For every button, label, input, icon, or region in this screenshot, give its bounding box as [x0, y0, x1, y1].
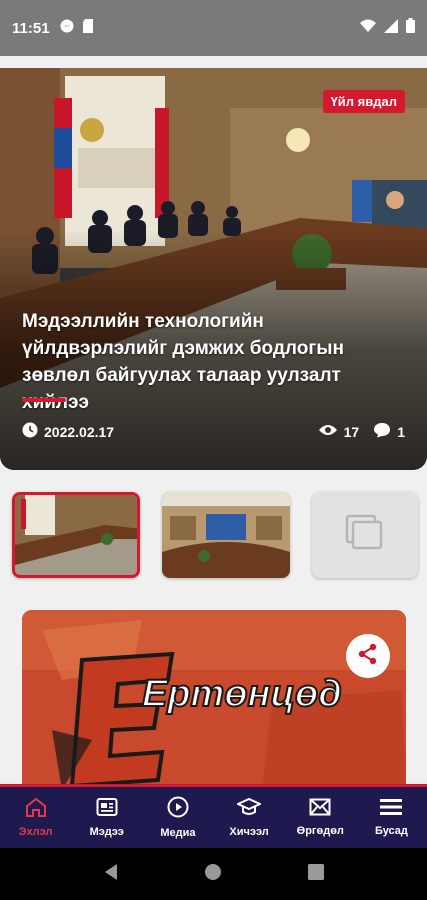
hero-title[interactable]: Мэдээллийн технологийн үйлдвэрлэлийг дэм…	[22, 308, 412, 416]
hero-meta: 2022.02.17 17 1	[22, 422, 405, 441]
nav-petition-label: Өргөдөл	[296, 825, 344, 837]
feature-banner-image: Ертөнцөд	[22, 610, 406, 790]
clock-icon	[22, 422, 38, 441]
share-icon	[357, 643, 379, 670]
fb-messenger-icon	[60, 19, 74, 38]
thumbnail-3-placeholder[interactable]	[312, 492, 418, 578]
nav-media-label: Медиа	[160, 827, 196, 839]
comment-icon	[373, 422, 391, 441]
nav-news-label: Мэдээ	[89, 826, 124, 838]
nav-media[interactable]: Медиа	[142, 787, 213, 848]
recents-icon[interactable]	[308, 863, 325, 885]
sd-card-icon	[82, 18, 94, 38]
category-badge[interactable]: Үйл явдал	[322, 90, 405, 113]
back-icon[interactable]	[103, 863, 119, 886]
home-circle-icon[interactable]	[204, 863, 222, 886]
signal-icon	[384, 18, 398, 38]
nav-home[interactable]: Эхлэл	[0, 787, 71, 848]
title-accent-line	[22, 398, 66, 402]
battery-icon	[406, 18, 415, 38]
view-count: 17	[343, 423, 360, 440]
nav-lessons-label: Хичээл	[229, 826, 269, 838]
featured-media-card[interactable]: Ертөнцөд	[22, 610, 406, 790]
status-time: 11:51	[12, 19, 50, 37]
menu-icon	[380, 798, 403, 819]
graduation-cap-icon	[235, 797, 263, 820]
gallery-placeholder-icon	[345, 514, 385, 557]
hero-date: 2022.02.17	[44, 423, 115, 440]
news-icon	[96, 797, 118, 820]
feature-logo-text: Ертөнцөд	[142, 673, 342, 715]
wifi-icon	[360, 19, 376, 37]
home-icon	[25, 797, 47, 820]
share-button[interactable]	[346, 634, 390, 678]
play-icon	[167, 796, 189, 821]
nav-petition[interactable]: Өргөдөл	[285, 787, 356, 848]
nav-lessons[interactable]: Хичээл	[214, 787, 285, 848]
nav-home-label: Эхлэл	[18, 826, 53, 838]
nav-more[interactable]: Бусад	[356, 787, 427, 848]
mail-icon	[309, 798, 331, 819]
system-nav-bar	[0, 848, 427, 900]
hero-news-card[interactable]: Үйл явдал Мэдээллийн технологийн үйлдвэр…	[0, 68, 427, 470]
eye-icon	[318, 423, 338, 440]
comment-count: 1	[397, 423, 405, 440]
nav-news[interactable]: Мэдээ	[71, 787, 142, 848]
status-bar: 11:51	[0, 0, 427, 56]
thumbnail-strip	[10, 492, 418, 580]
thumbnail-2[interactable]	[162, 492, 290, 578]
thumbnail-1[interactable]	[12, 492, 140, 578]
bottom-nav: Эхлэл Мэдээ Медиа Хичээл Өргөдөл Бусад	[0, 784, 427, 848]
nav-more-label: Бусад	[374, 825, 408, 837]
